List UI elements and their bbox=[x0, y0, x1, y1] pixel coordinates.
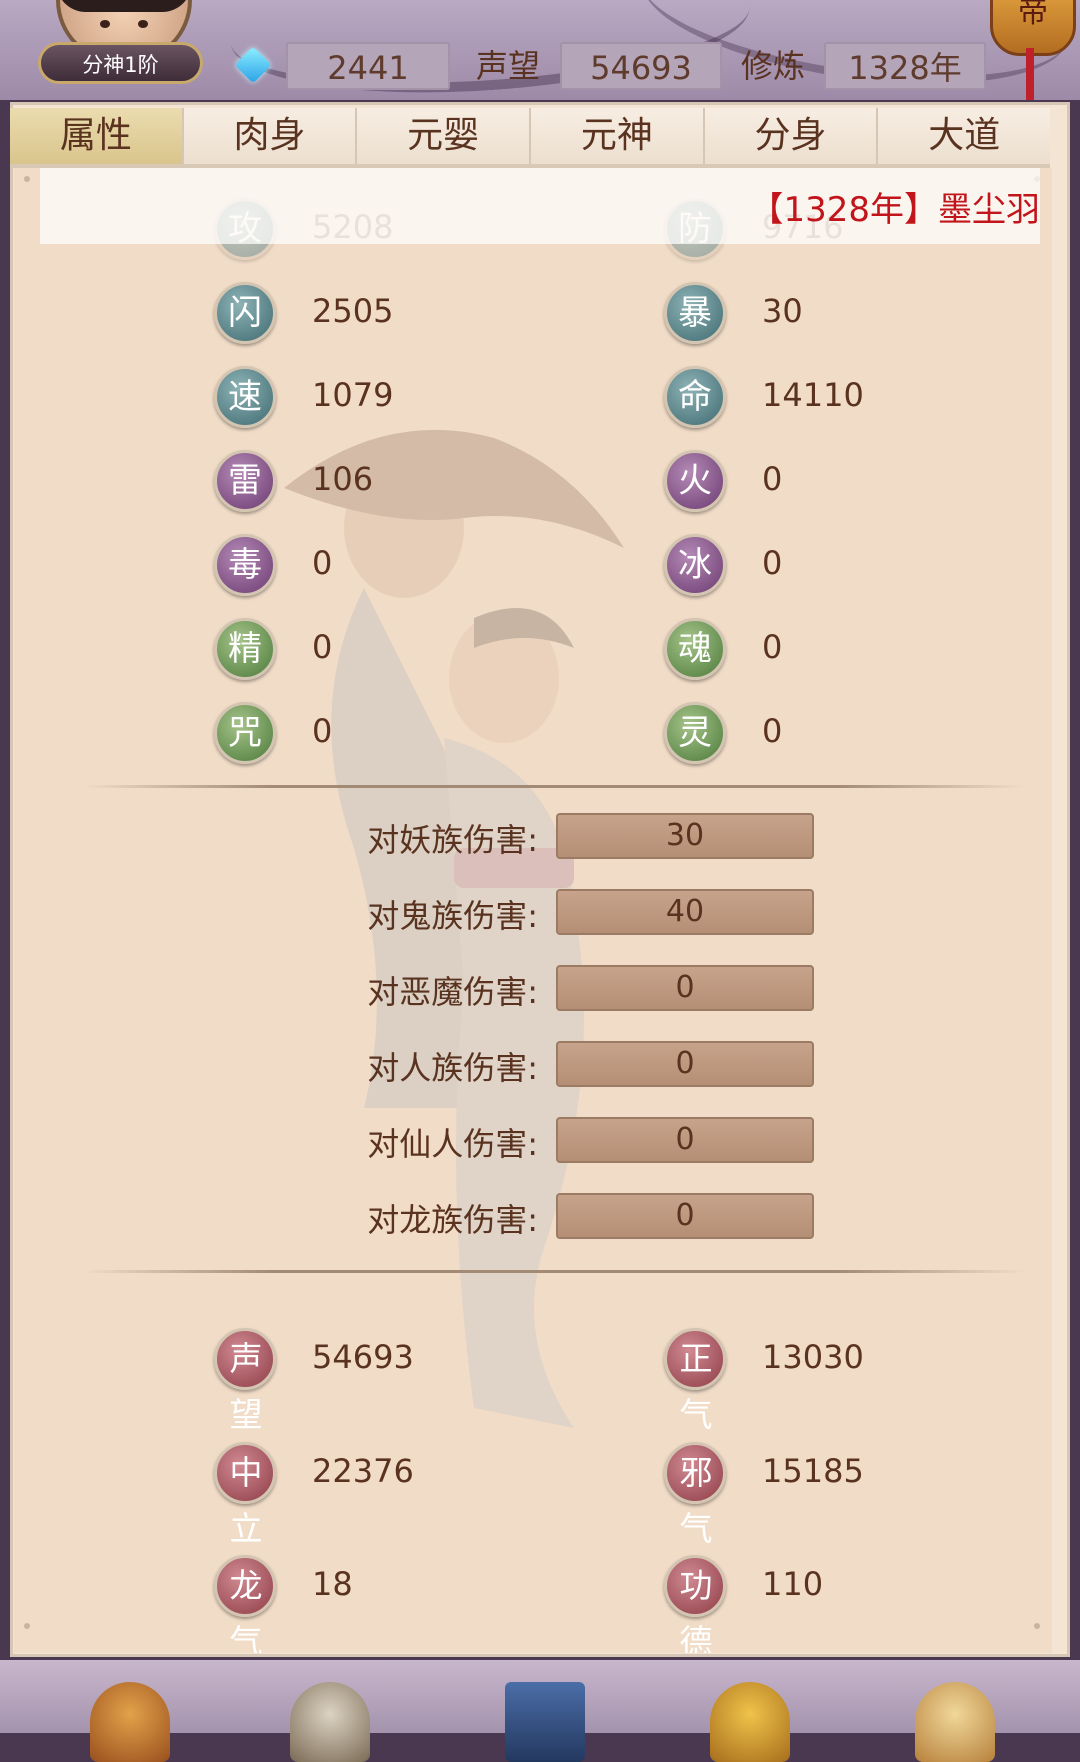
essence-icon: 精 bbox=[214, 618, 276, 680]
rep-value: 13030 bbox=[762, 1338, 864, 1376]
prestige-value: 54693 bbox=[560, 42, 722, 90]
tab-great-dao[interactable]: 大道 bbox=[878, 108, 1051, 164]
stat-value: 0 bbox=[762, 712, 783, 750]
damage-row-demon: 对妖族伤害: 30 bbox=[314, 813, 834, 861]
tab-body[interactable]: 肉身 bbox=[183, 108, 358, 164]
prestige-label: 声望 bbox=[476, 47, 541, 85]
section-divider bbox=[84, 785, 1024, 788]
stat-value: 0 bbox=[762, 628, 783, 666]
damage-label: 对仙人伤害: bbox=[367, 1125, 538, 1163]
damage-row-dragon: 对龙族伤害: 0 bbox=[314, 1193, 834, 1241]
stat-value: 0 bbox=[762, 544, 783, 582]
damage-label: 对人族伤害: bbox=[367, 1049, 538, 1087]
corner-ornament bbox=[1034, 1623, 1040, 1629]
book-nav-icon[interactable] bbox=[505, 1682, 585, 1762]
corner-ornament bbox=[24, 1623, 30, 1629]
stat-value: 106 bbox=[312, 460, 374, 498]
damage-label: 对龙族伤害: bbox=[367, 1201, 538, 1239]
corner-ornament bbox=[24, 176, 30, 182]
damage-value: 0 bbox=[556, 1041, 814, 1087]
rank-badge: 分神1阶 bbox=[38, 42, 203, 84]
damage-label: 对恶魔伤害: bbox=[367, 973, 538, 1011]
neutral-icon: 中立 bbox=[214, 1442, 276, 1548]
stat-value: 1079 bbox=[312, 376, 394, 414]
tab-attributes[interactable]: 属性 bbox=[10, 108, 184, 164]
stat-value: 0 bbox=[312, 712, 333, 750]
rep-value: 15185 bbox=[762, 1452, 864, 1490]
dragon-qi-icon: 龙气 bbox=[214, 1555, 276, 1653]
damage-value: 0 bbox=[556, 965, 814, 1011]
stat-value: 0 bbox=[312, 628, 333, 666]
damage-value: 0 bbox=[556, 1193, 814, 1239]
announcement-ticker: 【1328年】墨尘羽 bbox=[40, 168, 1040, 244]
damage-row-devil: 对恶魔伤害: 0 bbox=[314, 965, 834, 1013]
bottom-nav bbox=[0, 1660, 1080, 1762]
ice-icon: 冰 bbox=[664, 534, 726, 596]
poison-icon: 毒 bbox=[214, 534, 276, 596]
cultivation-label: 修炼 bbox=[741, 47, 806, 85]
speed-icon: 速 bbox=[214, 366, 276, 428]
fire-icon: 火 bbox=[664, 450, 726, 512]
tab-nascent-soul[interactable]: 元婴 bbox=[357, 108, 532, 164]
evil-icon: 邪气 bbox=[664, 1442, 726, 1548]
tab-bar: 属性 肉身 元婴 元神 分身 大道 bbox=[10, 108, 1051, 164]
stat-value: 2505 bbox=[312, 292, 394, 330]
thunder-icon: 雷 bbox=[214, 450, 276, 512]
critical-icon: 暴 bbox=[664, 282, 726, 344]
gem-count: 2441 bbox=[286, 42, 450, 90]
damage-value: 40 bbox=[556, 889, 814, 935]
spirit-icon: 灵 bbox=[664, 702, 726, 764]
damage-row-immortal: 对仙人伤害: 0 bbox=[314, 1117, 834, 1165]
soul-icon: 魂 bbox=[664, 618, 726, 680]
ticker-text: 【1328年】墨尘羽 bbox=[749, 190, 1040, 230]
righteous-icon: 正气 bbox=[664, 1328, 726, 1434]
stat-value: 0 bbox=[762, 460, 783, 498]
stat-value: 30 bbox=[762, 292, 803, 330]
damage-label: 对鬼族伤害: bbox=[367, 897, 538, 935]
cultivation-value: 1328年 bbox=[824, 42, 986, 90]
damage-value: 0 bbox=[556, 1117, 814, 1163]
player-avatar[interactable]: 分神1阶 bbox=[38, 0, 203, 90]
stat-value: 0 bbox=[312, 544, 333, 582]
tab-primal-spirit[interactable]: 元神 bbox=[531, 108, 705, 164]
prestige-icon: 声望 bbox=[214, 1328, 276, 1434]
treasure-nav-icon[interactable] bbox=[710, 1682, 790, 1762]
damage-value: 30 bbox=[556, 813, 814, 859]
rep-value: 110 bbox=[762, 1565, 824, 1603]
dodge-icon: 闪 bbox=[214, 282, 276, 344]
stat-value: 14110 bbox=[762, 376, 864, 414]
section-divider bbox=[84, 1270, 1024, 1273]
lantern-text: 帝 bbox=[1018, 0, 1048, 30]
tab-avatar-clone[interactable]: 分身 bbox=[704, 108, 879, 164]
gourd-nav-icon[interactable] bbox=[915, 1682, 995, 1762]
top-header: 分神1阶 2441 声望 54693 修炼 1328年 帝 bbox=[0, 0, 1080, 100]
rep-value: 22376 bbox=[312, 1452, 414, 1490]
rep-value: 54693 bbox=[312, 1338, 414, 1376]
curse-icon: 咒 bbox=[214, 702, 276, 764]
attribute-content: 攻 5208 防 9716 闪 2505 暴 30 速 1079 命 14110… bbox=[14, 168, 1052, 1653]
damage-row-ghost: 对鬼族伤害: 40 bbox=[314, 889, 834, 937]
skills-nav-icon[interactable] bbox=[290, 1682, 370, 1762]
lantern-tassel bbox=[1026, 48, 1034, 100]
damage-label: 对妖族伤害: bbox=[367, 821, 538, 859]
rep-value: 18 bbox=[312, 1565, 353, 1603]
damage-row-human: 对人族伤害: 0 bbox=[314, 1041, 834, 1089]
character-nav-icon[interactable] bbox=[90, 1682, 170, 1762]
merit-icon: 功德 bbox=[664, 1555, 726, 1653]
health-icon: 命 bbox=[664, 366, 726, 428]
